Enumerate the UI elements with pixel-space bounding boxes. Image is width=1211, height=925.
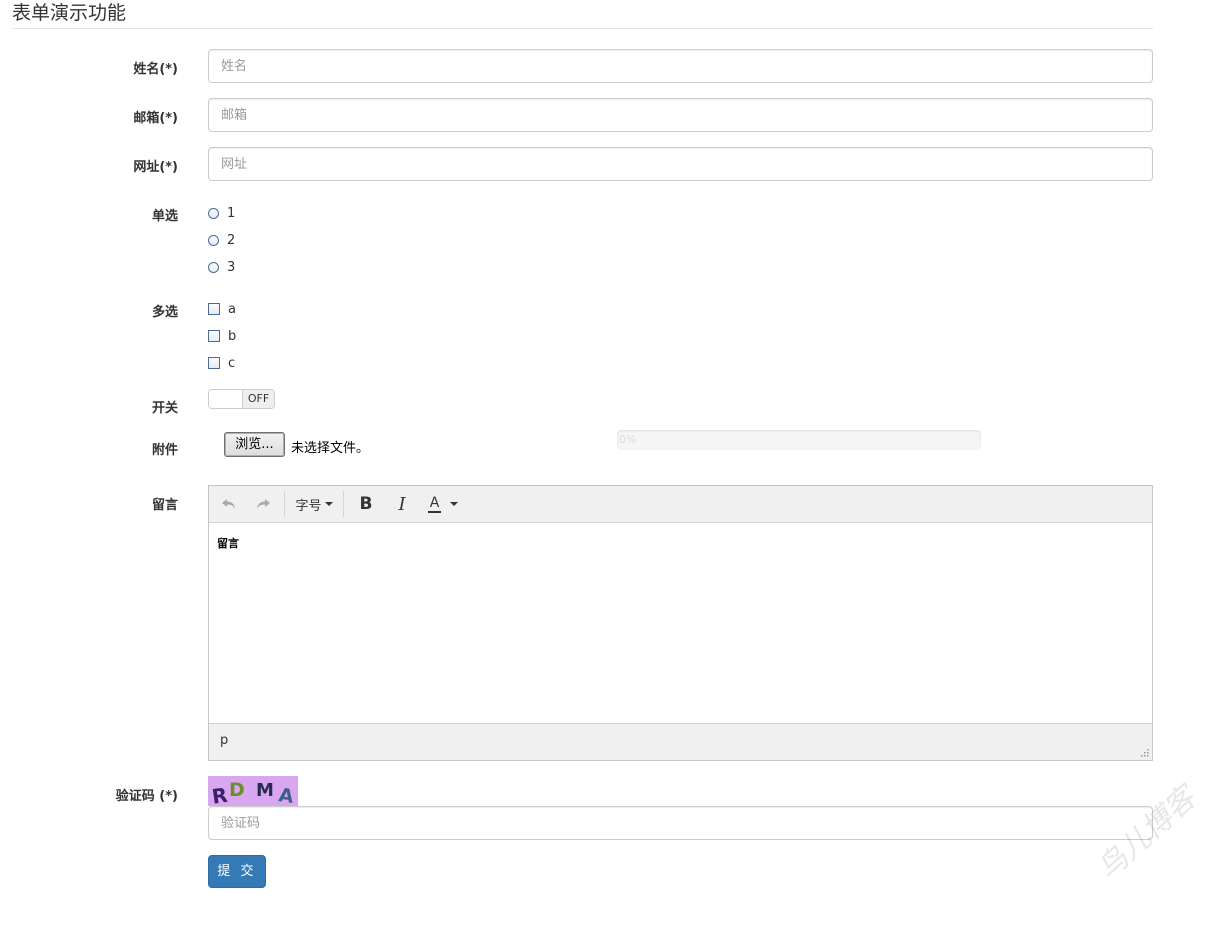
checkbox-option-label: c	[228, 355, 236, 371]
attachment-label: 附件	[151, 443, 178, 458]
chevron-down-icon	[324, 502, 333, 506]
checkbox-group-label: 多选	[151, 305, 178, 320]
message-label: 留言	[151, 498, 178, 513]
file-status: 未选择文件。	[291, 441, 370, 456]
undo-icon	[222, 499, 235, 509]
captcha-text: R D M A	[210, 779, 295, 809]
switch-knob[interactable]	[209, 390, 243, 408]
radio-option-3[interactable]: 3	[208, 258, 235, 276]
checkbox-option-c[interactable]: c	[208, 354, 235, 372]
submit-button[interactable]: 提 交	[208, 855, 266, 888]
captcha-label: 验证码 (*)	[115, 789, 178, 804]
switch-state-text: OFF	[243, 390, 274, 408]
editor-toolbar: 字号 B I A	[209, 486, 1152, 523]
captcha-image[interactable]: R D M A	[208, 776, 298, 809]
page-title: 表单演示功能	[12, 0, 1153, 29]
undo-button[interactable]	[212, 490, 246, 518]
toolbar-separator	[343, 491, 344, 517]
checkbox-option-a[interactable]: a	[208, 300, 236, 318]
radio-button[interactable]	[208, 207, 219, 219]
editor-statusbar: p	[209, 723, 1152, 760]
rich-text-editor[interactable]: 字号 B I A 留言 p	[208, 485, 1153, 761]
email-input[interactable]	[208, 98, 1153, 132]
radio-option-label: 2	[227, 232, 236, 248]
element-path[interactable]: p	[220, 733, 228, 748]
name-label: 姓名(*)	[133, 62, 178, 77]
url-label: 网址(*)	[133, 160, 178, 175]
redo-button[interactable]	[246, 490, 280, 518]
radio-button[interactable]	[208, 261, 219, 273]
url-input[interactable]	[208, 147, 1153, 181]
svg-text:D: D	[229, 779, 245, 801]
checkbox[interactable]	[208, 330, 220, 342]
switch-label: 开关	[151, 401, 178, 416]
browse-button[interactable]: 浏览...	[224, 432, 285, 457]
progress-text: 0%	[619, 433, 637, 446]
font-color-icon: A	[427, 494, 442, 513]
radio-option-label: 1	[227, 205, 236, 221]
svg-text:A: A	[277, 784, 295, 806]
bold-icon: B	[359, 494, 373, 514]
editor-content[interactable]: 留言	[217, 535, 239, 551]
toolbar-separator	[284, 491, 285, 517]
checkbox-option-label: b	[228, 328, 237, 344]
svg-text:R: R	[210, 783, 229, 806]
font-color-button[interactable]: A	[420, 490, 466, 518]
checkbox-option-b[interactable]: b	[208, 327, 236, 345]
checkbox[interactable]	[208, 357, 220, 369]
radio-group-label: 单选	[151, 209, 178, 224]
redo-icon	[257, 499, 270, 509]
italic-icon: I	[398, 493, 406, 515]
svg-text:M: M	[256, 780, 274, 801]
bold-button[interactable]: B	[348, 490, 384, 518]
checkbox[interactable]	[208, 303, 220, 315]
captcha-input[interactable]	[208, 806, 1153, 840]
radio-option-label: 3	[227, 259, 236, 275]
radio-option-1[interactable]: 1	[208, 204, 235, 222]
upload-progress-bar: 0%	[617, 430, 981, 450]
radio-button[interactable]	[208, 234, 219, 246]
chevron-down-icon	[450, 502, 459, 506]
font-size-dropdown[interactable]: 字号	[289, 490, 339, 518]
italic-button[interactable]: I	[384, 490, 420, 518]
radio-option-2[interactable]: 2	[208, 231, 235, 249]
checkbox-option-label: a	[228, 301, 236, 317]
resize-grip-icon[interactable]	[1140, 748, 1149, 757]
font-size-label: 字号	[295, 498, 322, 514]
email-label: 邮箱(*)	[133, 111, 178, 126]
name-input[interactable]	[208, 49, 1153, 83]
toggle-switch[interactable]: OFF	[208, 389, 275, 409]
